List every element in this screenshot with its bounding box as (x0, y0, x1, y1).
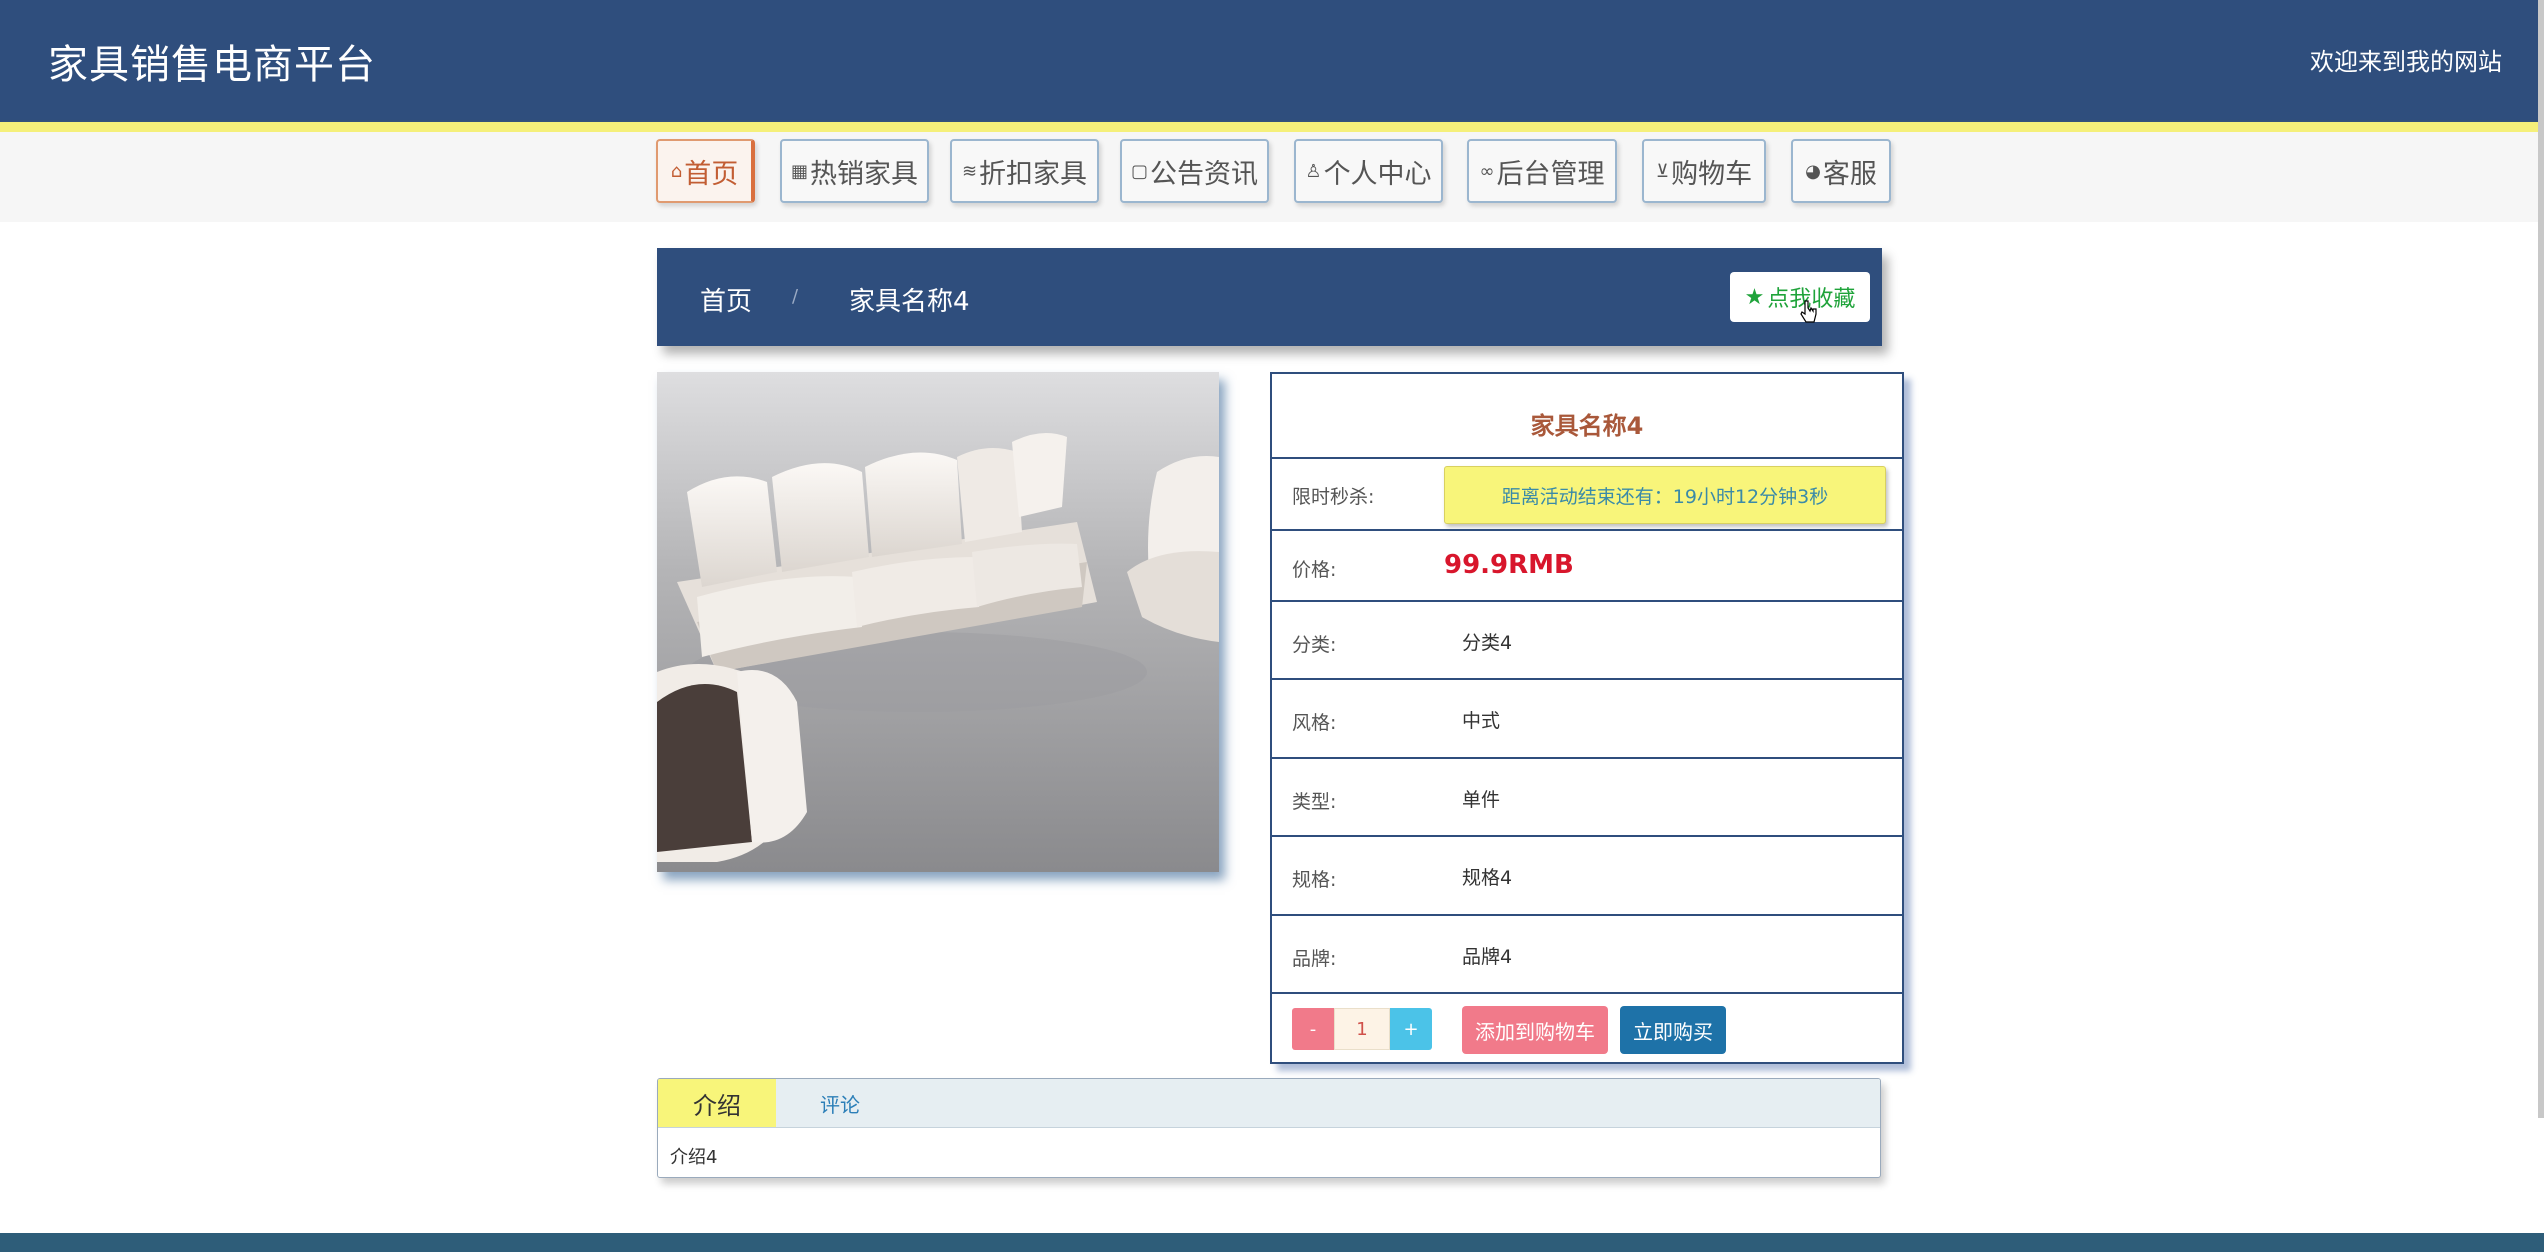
category-label: 分类: (1292, 634, 1337, 656)
breadcrumb-current: 家具名称4 (849, 287, 970, 317)
nav-bar (0, 132, 2538, 222)
nav-label: 首页 (684, 158, 739, 190)
tab-comments[interactable]: 评论 (820, 1079, 860, 1127)
row-divider (1272, 757, 1902, 759)
site-header: 家具销售电商平台 欢迎来到我的网站 (0, 0, 2538, 122)
header-accent-bar (0, 122, 2538, 132)
link-icon: ∞ (1479, 160, 1495, 182)
sofa-illustration (657, 372, 1219, 872)
site-title: 家具销售电商平台 (48, 42, 376, 88)
countdown-timer: 距离活动结束还有：19小时12分钟3秒 (1444, 466, 1886, 524)
product-info-panel: 家具名称4 限时秒杀: 距离活动结束还有：19小时12分钟3秒 价格: 99.9… (1270, 372, 1904, 1064)
cart-icon: ⊻ (1655, 160, 1670, 182)
row-divider (1272, 992, 1902, 994)
nav-label: 热销家具 (810, 158, 918, 190)
type-label: 类型: (1292, 791, 1337, 813)
row-divider (1272, 600, 1902, 602)
spec-value: 规格4 (1462, 867, 1513, 889)
type-value: 单件 (1462, 789, 1501, 811)
chat-icon: ◕ (1805, 160, 1821, 182)
style-label: 风格: (1292, 712, 1337, 734)
row-divider (1272, 835, 1902, 837)
nav-item-support[interactable]: ◕ 客服 (1791, 139, 1891, 203)
tab-introduction[interactable]: 介绍 (658, 1079, 776, 1127)
nav-label: 公告资讯 (1150, 158, 1258, 190)
welcome-text: 欢迎来到我的网站 (2310, 48, 2502, 76)
price-value: 99.9RMB (1444, 550, 1574, 580)
quantity-input[interactable] (1334, 1008, 1390, 1050)
nav-label: 客服 (1822, 158, 1877, 190)
brand-value: 品牌4 (1462, 946, 1513, 968)
home-icon: ⌂ (670, 160, 683, 182)
product-name: 家具名称4 (1530, 412, 1644, 440)
gift-icon: ▦ (790, 160, 808, 182)
breadcrumb-separator: / (792, 286, 799, 307)
nav-label: 个人中心 (1323, 158, 1432, 190)
category-value: 分类4 (1462, 632, 1513, 654)
nav-item-discount-furniture[interactable]: ≋ 折扣家具 (950, 139, 1099, 203)
breadcrumb-home-link[interactable]: 首页 (700, 281, 752, 318)
star-icon: ★ (1744, 284, 1765, 310)
nav-label: 后台管理 (1496, 158, 1605, 190)
row-divider (1272, 529, 1902, 531)
note-icon: ▢ (1130, 160, 1148, 182)
row-divider (1272, 678, 1902, 680)
nav-item-profile[interactable]: ♙ 个人中心 (1294, 139, 1443, 203)
nav-item-home[interactable]: ⌂ 首页 (656, 139, 755, 203)
nav-label: 折扣家具 (979, 158, 1088, 190)
page-scrollbar[interactable] (2538, 0, 2544, 1118)
footer-bar (0, 1233, 2544, 1252)
detail-tabs: 介绍 评论 介绍4 (657, 1078, 1881, 1178)
breadcrumb: 首页 / 家具名称4 ★ 点我收藏 (657, 248, 1882, 346)
nav-item-news[interactable]: ▢ 公告资讯 (1120, 139, 1269, 203)
nav-label: 购物车 (1671, 158, 1753, 190)
style-value: 中式 (1462, 710, 1501, 732)
product-image (657, 372, 1219, 872)
buy-now-button[interactable]: 立即购买 (1620, 1006, 1726, 1054)
nav-item-hot-furniture[interactable]: ▦ 热销家具 (780, 139, 929, 203)
price-label: 价格: (1292, 559, 1337, 581)
brand-label: 品牌: (1292, 948, 1337, 970)
row-divider (1272, 457, 1902, 459)
add-to-cart-button[interactable]: 添加到购物车 (1462, 1006, 1608, 1054)
nav-item-cart[interactable]: ⊻ 购物车 (1642, 139, 1766, 203)
quantity-increase-button[interactable]: + (1390, 1008, 1432, 1050)
row-divider (1272, 914, 1902, 916)
tabs-header: 介绍 评论 (658, 1079, 1880, 1128)
layers-icon: ≋ (961, 160, 978, 182)
spec-label: 规格: (1292, 869, 1337, 891)
user-icon: ♙ (1305, 160, 1322, 182)
tab-content: 介绍4 (670, 1147, 718, 1168)
flash-sale-label: 限时秒杀: (1292, 486, 1375, 508)
quantity-decrease-button[interactable]: - (1292, 1008, 1334, 1050)
nav-item-admin[interactable]: ∞ 后台管理 (1467, 139, 1617, 203)
mouse-cursor-icon (1800, 300, 1817, 323)
